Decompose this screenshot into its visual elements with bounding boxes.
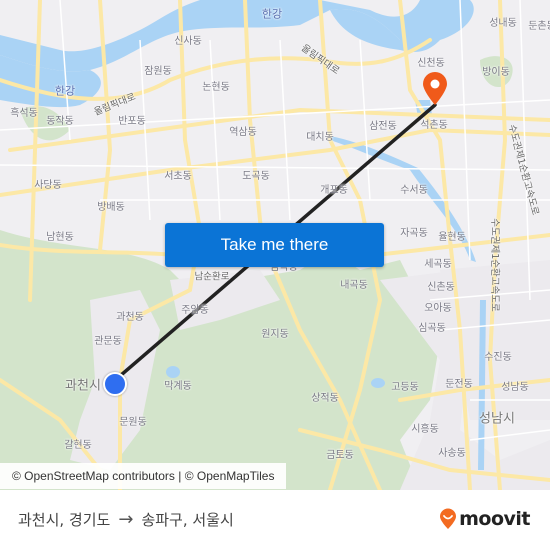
district-label: 개포동 [320, 185, 348, 196]
district-label: 방배동 [97, 202, 125, 213]
map-attribution: © OpenStreetMap contributors | © OpenMap… [0, 463, 287, 489]
destination-pin-icon[interactable] [422, 72, 448, 110]
river-label: 한강 [261, 7, 283, 21]
district-label: 막계동 [164, 381, 192, 392]
district-label: 성내동 [489, 18, 517, 29]
district-label: 사당동 [34, 180, 62, 191]
district-label: 금토동 [326, 450, 354, 461]
district-label: 과천동 [116, 312, 144, 323]
river-label: 한강 [54, 84, 76, 98]
district-label: 관문동 [94, 336, 122, 347]
district-label: 남현동 [46, 232, 74, 243]
district-label: 율현동 [438, 232, 466, 243]
district-label: 신천동 [417, 58, 445, 69]
district-label: 자곡동 [400, 228, 428, 239]
district-label: 세곡동 [424, 259, 452, 270]
district-label: 역삼동 [229, 127, 257, 138]
district-label: 논현동 [202, 82, 230, 93]
moovit-logo[interactable]: moovit [439, 508, 530, 530]
road-label: 수도권제1순환고속도로 [488, 218, 500, 312]
district-label: 둔전동 [445, 379, 473, 390]
footer-bar: 과천시, 경기도 → 송파구, 서울시 moovit [0, 490, 550, 550]
route-summary: 과천시, 경기도 → 송파구, 서울시 [18, 509, 234, 530]
district-label: 석촌동 [420, 120, 448, 131]
district-label: 내곡동 [340, 280, 368, 291]
destination-name: 송파구, 서울시 [141, 511, 234, 529]
district-label: 서초동 [164, 171, 192, 182]
origin-name: 과천시, 경기도 [18, 511, 111, 529]
district-label: 사송동 [438, 448, 466, 459]
district-label: 동작동 [46, 116, 74, 127]
district-label: 삼전동 [369, 121, 397, 132]
district-label: 방이동 [482, 67, 510, 78]
district-label: 주암동 [181, 305, 209, 316]
district-label: 수서동 [400, 185, 428, 196]
district-label: 수진동 [484, 352, 512, 363]
moovit-pin-icon [440, 508, 457, 529]
district-label: 도곡동 [242, 171, 270, 182]
district-label: 상적동 [311, 393, 339, 404]
city-label: 성남시 [479, 411, 515, 427]
arrow-right-icon: → [118, 509, 134, 530]
city-label: 과천시 [65, 378, 101, 394]
district-label: 잠원동 [144, 66, 172, 77]
district-label: 반포동 [118, 116, 146, 127]
district-label: 문원동 [119, 417, 147, 428]
road-label: 남순환로 [194, 271, 230, 283]
district-label: 오아동 [424, 303, 452, 314]
district-label: 갈현동 [64, 440, 92, 451]
district-label: 둔촌동 [528, 21, 550, 32]
district-label: 시흥동 [411, 424, 439, 435]
take-me-there-button[interactable]: Take me there [165, 223, 384, 267]
district-label: 신촌동 [427, 282, 455, 293]
map-view[interactable]: 신사동잠원동논현동반포동 흑석동동작동역삼동 대치동서초동 도곡동사당동방배동남현동 개… [0, 0, 550, 490]
district-label: 심곡동 [418, 323, 446, 334]
origin-marker[interactable] [103, 372, 127, 396]
district-label: 원지동 [261, 329, 289, 340]
district-label: 고등동 [391, 382, 419, 393]
district-label: 신사동 [174, 36, 202, 47]
moovit-wordmark: moovit [459, 508, 530, 530]
district-label: 성남동 [501, 382, 529, 393]
district-label: 흑석동 [10, 108, 38, 119]
district-label: 대치동 [306, 132, 334, 143]
